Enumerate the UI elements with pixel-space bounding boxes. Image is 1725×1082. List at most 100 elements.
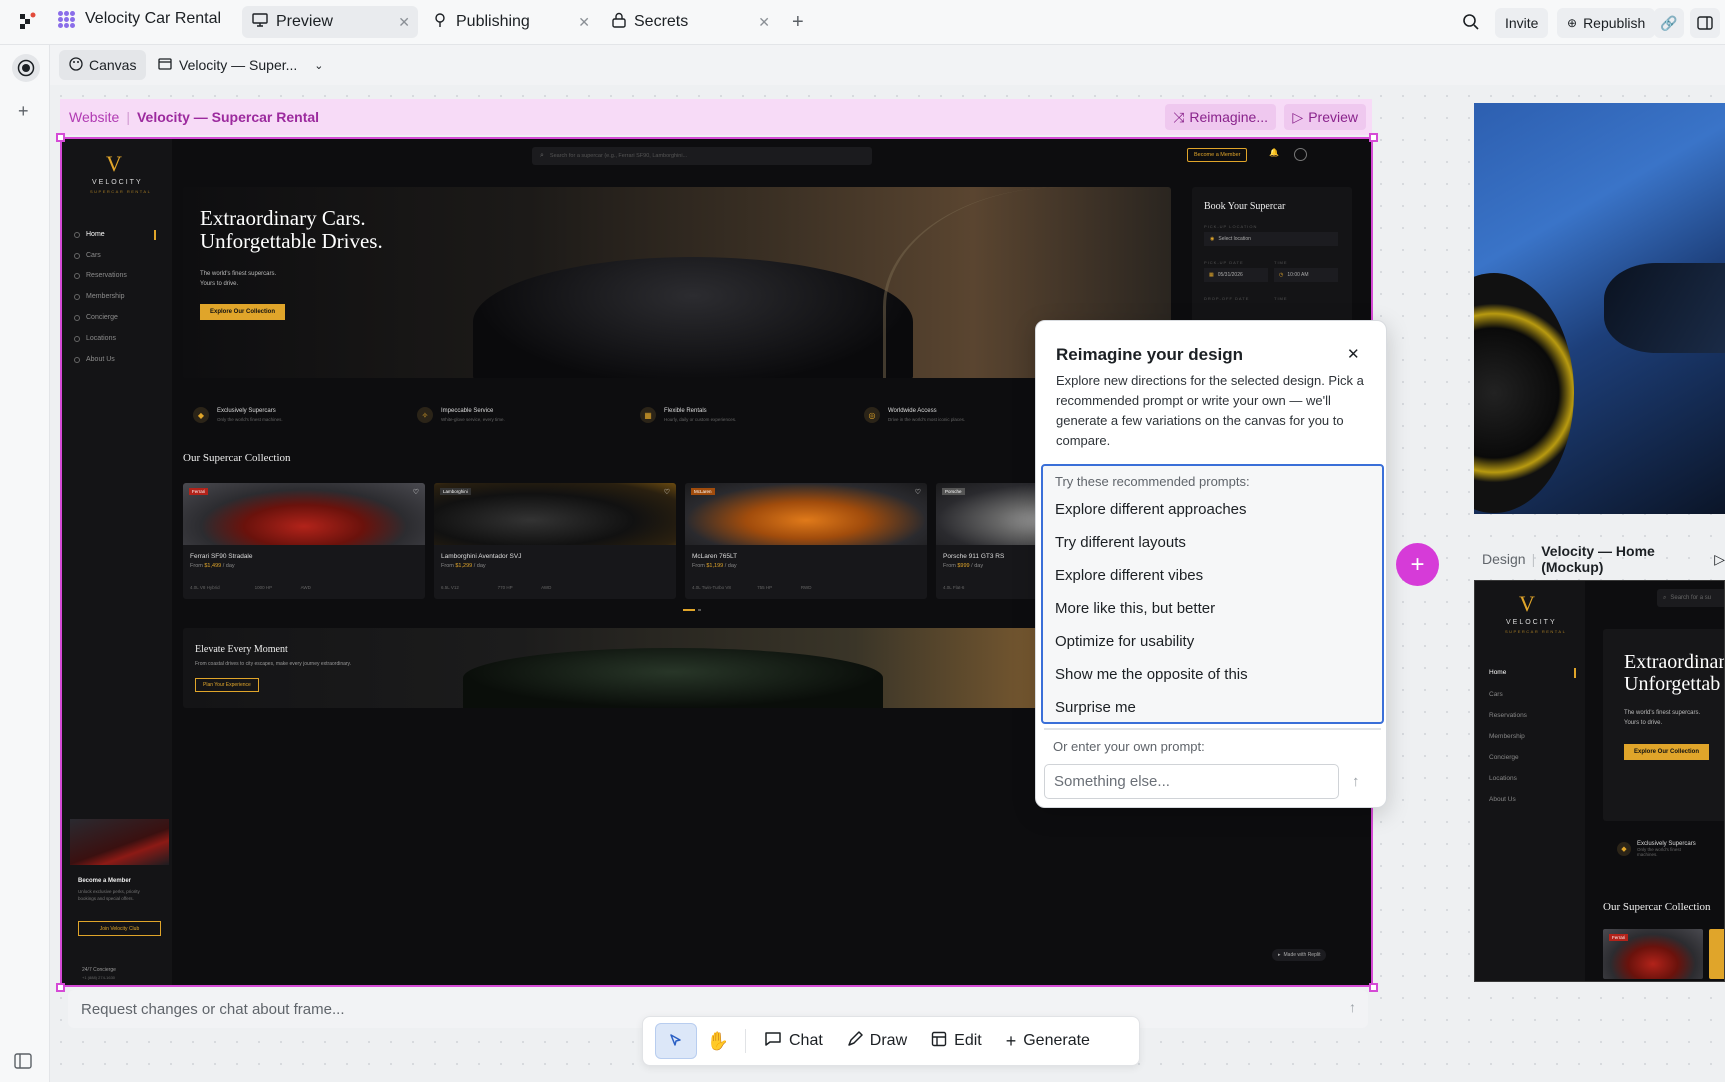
add-plus-icon[interactable]: +	[18, 101, 29, 122]
prompt-option[interactable]: Optimize for usability	[1055, 633, 1194, 650]
site-nav-concierge[interactable]: Concierge	[74, 314, 118, 321]
select-pointer-icon[interactable]	[655, 1023, 697, 1059]
prompt-option[interactable]: Show me the opposite of this	[1055, 666, 1248, 683]
carousel-dot[interactable]	[698, 609, 701, 611]
close-icon[interactable]: ✕	[578, 14, 590, 31]
tab-publishing[interactable]: Publishing ✕	[422, 6, 598, 38]
elevate-subtitle: From coastal drives to city escapes, mak…	[195, 661, 352, 667]
close-icon[interactable]: ✕	[398, 14, 410, 31]
blue-car-image-frame[interactable]	[1474, 103, 1725, 514]
search-input[interactable]: ⌕ Search for a su	[1657, 589, 1724, 607]
close-icon[interactable]: ✕	[1347, 345, 1360, 363]
project-grid-icon	[58, 10, 75, 28]
site-nav-cars[interactable]: Cars	[74, 252, 101, 259]
heart-icon[interactable]: ♡	[413, 488, 419, 496]
tab-preview[interactable]: Preview ✕	[242, 6, 418, 38]
tab-label: Preview	[276, 13, 333, 30]
frame-preview-button[interactable]: ▷ Preview	[1284, 104, 1366, 130]
car-card[interactable]: McLaren ♡ McLaren 765LT From $1,199 / da…	[685, 483, 927, 599]
booking-widget: Book Your Supercar PICK-UP LOCATION ◉ Sel…	[1192, 187, 1352, 327]
site-nav-home[interactable]: Home	[74, 229, 156, 240]
resize-handle[interactable]	[56, 133, 65, 142]
project-title[interactable]: Velocity Car Rental	[58, 10, 221, 28]
hand-icon[interactable]: ✋	[697, 1023, 739, 1059]
bell-icon[interactable]: 🔔	[1269, 148, 1279, 157]
publish-icon	[432, 12, 448, 33]
carousel-dot-active[interactable]	[683, 609, 695, 611]
car-image	[685, 483, 927, 545]
bottom-toolbar: ✋ Chat Draw Edit + Generate	[642, 1016, 1140, 1066]
add-variation-plus-button[interactable]: +	[1396, 543, 1439, 586]
hero-title: Extraordinary Cars. Unforgettable Drives.	[200, 206, 383, 254]
site-nav-membership[interactable]: Membership	[74, 293, 125, 300]
chat-tool-button[interactable]: Chat	[752, 1023, 835, 1059]
active-indicator	[1574, 668, 1576, 678]
concierge-label: 24/7 Concierge	[82, 967, 116, 973]
site-nav-about[interactable]: About Us	[74, 356, 115, 363]
edit-tool-button[interactable]: Edit	[919, 1023, 994, 1059]
generate-tool-button[interactable]: + Generate	[994, 1023, 1102, 1059]
search-icon: ⌕	[1663, 594, 1667, 601]
become-member-button[interactable]: Become a Member	[1187, 148, 1248, 162]
new-tab-plus-icon[interactable]: +	[792, 11, 804, 34]
link-icon[interactable]: 🔗	[1654, 8, 1684, 38]
resize-handle[interactable]	[56, 983, 65, 992]
record-icon[interactable]	[12, 54, 40, 82]
frame-select-dropdown[interactable]: Velocity — Super... ⌄	[158, 50, 324, 80]
plan-experience-button[interactable]: Plan Your Experience	[195, 678, 259, 692]
right-mockup-frame[interactable]: V VELOCITY SUPERCAR RENTAL Home Cars Res…	[1474, 580, 1725, 982]
car-card[interactable]: Ferrari ♡ Ferrari SF90 Stradale From $1,…	[183, 483, 425, 599]
location-select[interactable]: ◉ Select location	[1204, 232, 1338, 246]
prompt-option[interactable]: More like this, but better	[1055, 600, 1215, 617]
made-with-badge[interactable]: ▸ Made with Replit	[1272, 949, 1327, 961]
pickup-date-input[interactable]: ▦ 05/31/2026	[1204, 268, 1268, 282]
pickup-time-input[interactable]: ◷ 10:00 AM	[1274, 268, 1338, 282]
reimagine-button[interactable]: ⤨ Reimagine...	[1165, 104, 1276, 130]
dialog-description: Explore new directions for the selected …	[1056, 373, 1364, 448]
resize-handle[interactable]	[1369, 983, 1378, 992]
prompt-option[interactable]: Try different layouts	[1055, 534, 1186, 551]
close-icon[interactable]: ✕	[758, 14, 770, 31]
resize-handle[interactable]	[1369, 133, 1378, 142]
play-icon[interactable]: ▷	[1714, 551, 1725, 568]
heart-icon[interactable]: ♡	[664, 488, 670, 496]
layout-icon	[931, 1031, 947, 1052]
car-card[interactable]: Lamborghini ♡ Lamborghini Aventador SVJ …	[434, 483, 676, 599]
search-icon: ⌕	[540, 152, 544, 159]
search-icon[interactable]	[1462, 13, 1480, 36]
prompt-option[interactable]: Explore different vibes	[1055, 567, 1203, 584]
monitor-icon	[252, 12, 268, 32]
custom-prompt-input[interactable]: Something else...	[1044, 764, 1339, 799]
reimagine-dialog: Reimagine your design ✕ Explore new dire…	[1035, 320, 1387, 808]
prompts-heading: Try these recommended prompts:	[1055, 474, 1250, 489]
republish-button[interactable]: ⊕ Republish	[1557, 8, 1656, 38]
heart-icon[interactable]: ♡	[915, 488, 921, 496]
hero-car-image	[473, 257, 913, 378]
sidebar-toggle-icon[interactable]	[14, 1053, 32, 1074]
tab-secrets[interactable]: Secrets ✕	[602, 6, 778, 38]
site-nav-reservations[interactable]: Reservations	[74, 272, 127, 279]
explore-collection-button[interactable]: Explore Our Collection	[200, 304, 286, 320]
submit-arrow-icon[interactable]: ↑	[1352, 773, 1360, 790]
prompt-option[interactable]: Surprise me	[1055, 699, 1136, 716]
invite-button[interactable]: Invite	[1495, 8, 1549, 38]
right-frame-header[interactable]: Design | Velocity — Home (Mockup) ▷	[1474, 543, 1725, 575]
mockup-cta-button[interactable]: Explore Our Collection	[1624, 744, 1710, 760]
feature-item: ▦ Flexible Rentals Hourly, daily or custom…	[640, 397, 880, 433]
canvas-button[interactable]: Canvas	[59, 50, 147, 80]
site-search-input[interactable]: ⌕ Search for a supercar (e.g., Ferrari S…	[532, 147, 872, 165]
member-card-text: Unlock exclusive perks, priority booking…	[78, 889, 140, 901]
avatar[interactable]	[1294, 148, 1307, 161]
frame-header[interactable]: Website | Velocity — Supercar Rental ⤨ Re…	[60, 99, 1372, 135]
replit-logo-icon[interactable]	[18, 12, 36, 35]
site-brand: VELOCITY	[92, 179, 143, 186]
mockup-hero-subtitle: The world's finest supercars. Yours to dr…	[1624, 710, 1701, 726]
panel-toggle-icon[interactable]	[1690, 8, 1720, 38]
site-nav-locations[interactable]: Locations	[74, 335, 116, 342]
mockup-hero-title: Extraordinar Unforgettab	[1624, 651, 1725, 695]
prompt-option[interactable]: Explore different approaches	[1055, 501, 1247, 518]
send-arrow-icon[interactable]: ↑	[1349, 999, 1356, 1015]
draw-tool-button[interactable]: Draw	[835, 1023, 919, 1059]
site-sidebar: V VELOCITY SUPERCAR RENTAL Home Cars Res…	[62, 139, 172, 985]
join-club-button[interactable]: Join Velocity Club	[78, 921, 161, 936]
